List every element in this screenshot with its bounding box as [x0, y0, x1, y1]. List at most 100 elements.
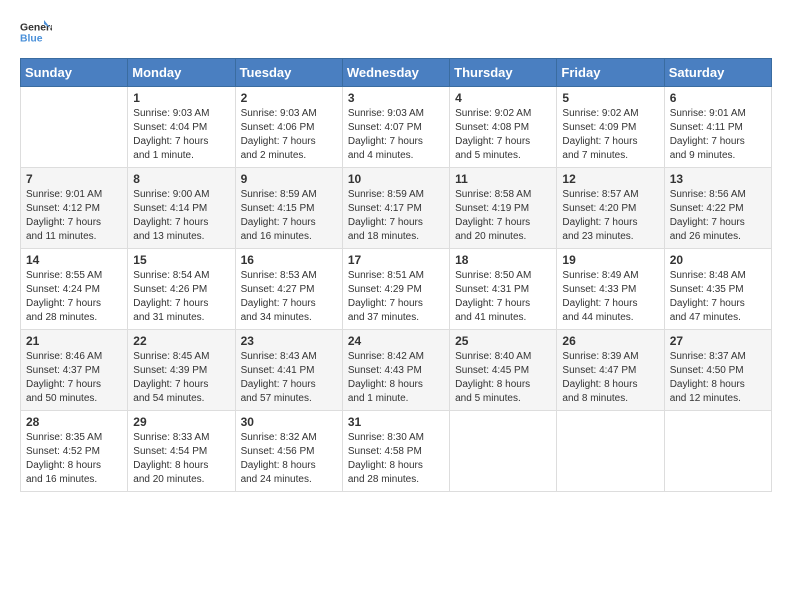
calendar-cell: 8 Sunrise: 9:00 AM Sunset: 4:14 PM Daylig…	[128, 168, 235, 249]
day-number: 4	[455, 91, 551, 105]
day-of-week-header: Saturday	[664, 59, 771, 87]
calendar-cell: 15 Sunrise: 8:54 AM Sunset: 4:26 PM Dayli…	[128, 249, 235, 330]
calendar-cell: 30 Sunrise: 8:32 AM Sunset: 4:56 PM Dayli…	[235, 411, 342, 492]
day-info: Sunrise: 8:57 AM Sunset: 4:20 PM Dayligh…	[562, 188, 658, 244]
day-of-week-header: Thursday	[450, 59, 557, 87]
day-info: Sunrise: 8:37 AM Sunset: 4:50 PM Dayligh…	[670, 350, 766, 406]
day-info: Sunrise: 8:58 AM Sunset: 4:19 PM Dayligh…	[455, 188, 551, 244]
calendar-cell: 27Sunrise: 8:37 AM Sunset: 4:50 PM Dayli…	[664, 330, 771, 411]
calendar-cell: 19 Sunrise: 8:49 AM Sunset: 4:33 PM Dayli…	[557, 249, 664, 330]
calendar-cell: 11 Sunrise: 8:58 AM Sunset: 4:19 PM Dayli…	[450, 168, 557, 249]
day-info: Sunrise: 9:00 AM Sunset: 4:14 PM Dayligh…	[133, 188, 229, 244]
day-number: 16	[241, 253, 337, 267]
calendar-cell: 16Sunrise: 8:53 AM Sunset: 4:27 PM Dayli…	[235, 249, 342, 330]
day-of-week-header: Wednesday	[342, 59, 449, 87]
calendar-cell: 25 Sunrise: 8:40 AM Sunset: 4:45 PM Dayli…	[450, 330, 557, 411]
day-of-week-header: Friday	[557, 59, 664, 87]
day-info: Sunrise: 8:56 AM Sunset: 4:22 PM Dayligh…	[670, 188, 766, 244]
day-info: Sunrise: 8:48 AM Sunset: 4:35 PM Dayligh…	[670, 269, 766, 325]
day-number: 8	[133, 172, 229, 186]
day-number: 26	[562, 334, 658, 348]
day-info: Sunrise: 9:03 AM Sunset: 4:04 PM Dayligh…	[133, 107, 229, 163]
day-number: 11	[455, 172, 551, 186]
day-info: Sunrise: 8:59 AM Sunset: 4:15 PM Dayligh…	[241, 188, 337, 244]
calendar-cell: 3 Sunrise: 9:03 AM Sunset: 4:07 PM Daylig…	[342, 87, 449, 168]
day-of-week-header: Monday	[128, 59, 235, 87]
day-info: Sunrise: 8:45 AM Sunset: 4:39 PM Dayligh…	[133, 350, 229, 406]
day-number: 22	[133, 334, 229, 348]
calendar-cell: 1 Sunrise: 9:03 AM Sunset: 4:04 PM Daylig…	[128, 87, 235, 168]
calendar-cell: 28Sunrise: 8:35 AM Sunset: 4:52 PM Dayli…	[21, 411, 128, 492]
day-number: 18	[455, 253, 551, 267]
calendar-cell: 6 Sunrise: 9:01 AM Sunset: 4:11 PM Daylig…	[664, 87, 771, 168]
day-info: Sunrise: 8:49 AM Sunset: 4:33 PM Dayligh…	[562, 269, 658, 325]
calendar-cell: 4 Sunrise: 9:02 AM Sunset: 4:08 PM Daylig…	[450, 87, 557, 168]
header: General Blue	[20, 16, 772, 48]
calendar-cell: 23Sunrise: 8:43 AM Sunset: 4:41 PM Dayli…	[235, 330, 342, 411]
calendar-cell: 2Sunrise: 9:03 AM Sunset: 4:06 PM Daylig…	[235, 87, 342, 168]
calendar-cell: 5Sunrise: 9:02 AM Sunset: 4:09 PM Daylig…	[557, 87, 664, 168]
calendar-cell: 24 Sunrise: 8:42 AM Sunset: 4:43 PM Dayli…	[342, 330, 449, 411]
calendar-cell: 31 Sunrise: 8:30 AM Sunset: 4:58 PM Dayli…	[342, 411, 449, 492]
day-info: Sunrise: 8:40 AM Sunset: 4:45 PM Dayligh…	[455, 350, 551, 406]
day-info: Sunrise: 8:54 AM Sunset: 4:26 PM Dayligh…	[133, 269, 229, 325]
day-info: Sunrise: 9:03 AM Sunset: 4:06 PM Dayligh…	[241, 107, 337, 163]
day-info: Sunrise: 9:03 AM Sunset: 4:07 PM Dayligh…	[348, 107, 444, 163]
calendar-cell	[664, 411, 771, 492]
day-number: 1	[133, 91, 229, 105]
day-info: Sunrise: 8:55 AM Sunset: 4:24 PM Dayligh…	[26, 269, 122, 325]
day-of-week-header: Tuesday	[235, 59, 342, 87]
calendar-cell	[450, 411, 557, 492]
day-number: 25	[455, 334, 551, 348]
day-number: 31	[348, 415, 444, 429]
calendar-cell: 9 Sunrise: 8:59 AM Sunset: 4:15 PM Daylig…	[235, 168, 342, 249]
day-number: 6	[670, 91, 766, 105]
day-of-week-header: Sunday	[21, 59, 128, 87]
day-number: 28	[26, 415, 122, 429]
day-info: Sunrise: 8:30 AM Sunset: 4:58 PM Dayligh…	[348, 431, 444, 487]
day-number: 21	[26, 334, 122, 348]
day-number: 10	[348, 172, 444, 186]
calendar-cell	[21, 87, 128, 168]
day-info: Sunrise: 8:39 AM Sunset: 4:47 PM Dayligh…	[562, 350, 658, 406]
svg-text:Blue: Blue	[20, 34, 43, 45]
calendar-cell: 20 Sunrise: 8:48 AM Sunset: 4:35 PM Dayli…	[664, 249, 771, 330]
day-info: Sunrise: 8:46 AM Sunset: 4:37 PM Dayligh…	[26, 350, 122, 406]
logo: General Blue	[20, 16, 52, 48]
day-info: Sunrise: 8:43 AM Sunset: 4:41 PM Dayligh…	[241, 350, 337, 406]
day-info: Sunrise: 9:01 AM Sunset: 4:11 PM Dayligh…	[670, 107, 766, 163]
calendar-cell: 13 Sunrise: 8:56 AM Sunset: 4:22 PM Dayli…	[664, 168, 771, 249]
day-info: Sunrise: 8:51 AM Sunset: 4:29 PM Dayligh…	[348, 269, 444, 325]
day-number: 24	[348, 334, 444, 348]
calendar-week-row: 14Sunrise: 8:55 AM Sunset: 4:24 PM Dayli…	[21, 249, 772, 330]
calendar-week-row: 21 Sunrise: 8:46 AM Sunset: 4:37 PM Dayli…	[21, 330, 772, 411]
calendar-cell: 22 Sunrise: 8:45 AM Sunset: 4:39 PM Dayli…	[128, 330, 235, 411]
day-info: Sunrise: 9:02 AM Sunset: 4:09 PM Dayligh…	[562, 107, 658, 163]
calendar-cell: 26 Sunrise: 8:39 AM Sunset: 4:47 PM Dayli…	[557, 330, 664, 411]
calendar-cell	[557, 411, 664, 492]
day-number: 12	[562, 172, 658, 186]
day-number: 13	[670, 172, 766, 186]
calendar-week-row: 1 Sunrise: 9:03 AM Sunset: 4:04 PM Daylig…	[21, 87, 772, 168]
calendar-cell: 21 Sunrise: 8:46 AM Sunset: 4:37 PM Dayli…	[21, 330, 128, 411]
day-info: Sunrise: 8:50 AM Sunset: 4:31 PM Dayligh…	[455, 269, 551, 325]
calendar-header-row: SundayMondayTuesdayWednesdayThursdayFrid…	[21, 59, 772, 87]
day-number: 9	[241, 172, 337, 186]
day-number: 3	[348, 91, 444, 105]
day-info: Sunrise: 8:42 AM Sunset: 4:43 PM Dayligh…	[348, 350, 444, 406]
calendar-cell: 18 Sunrise: 8:50 AM Sunset: 4:31 PM Dayli…	[450, 249, 557, 330]
calendar-week-row: 28Sunrise: 8:35 AM Sunset: 4:52 PM Dayli…	[21, 411, 772, 492]
day-number: 15	[133, 253, 229, 267]
calendar-cell: 29Sunrise: 8:33 AM Sunset: 4:54 PM Dayli…	[128, 411, 235, 492]
calendar-cell: 7Sunrise: 9:01 AM Sunset: 4:12 PM Daylig…	[21, 168, 128, 249]
day-number: 20	[670, 253, 766, 267]
day-number: 30	[241, 415, 337, 429]
day-info: Sunrise: 8:32 AM Sunset: 4:56 PM Dayligh…	[241, 431, 337, 487]
calendar-table: SundayMondayTuesdayWednesdayThursdayFrid…	[20, 58, 772, 492]
day-number: 17	[348, 253, 444, 267]
day-info: Sunrise: 9:02 AM Sunset: 4:08 PM Dayligh…	[455, 107, 551, 163]
calendar-cell: 17 Sunrise: 8:51 AM Sunset: 4:29 PM Dayli…	[342, 249, 449, 330]
day-number: 19	[562, 253, 658, 267]
calendar-cell: 10Sunrise: 8:59 AM Sunset: 4:17 PM Dayli…	[342, 168, 449, 249]
logo-icon: General Blue	[20, 16, 52, 48]
